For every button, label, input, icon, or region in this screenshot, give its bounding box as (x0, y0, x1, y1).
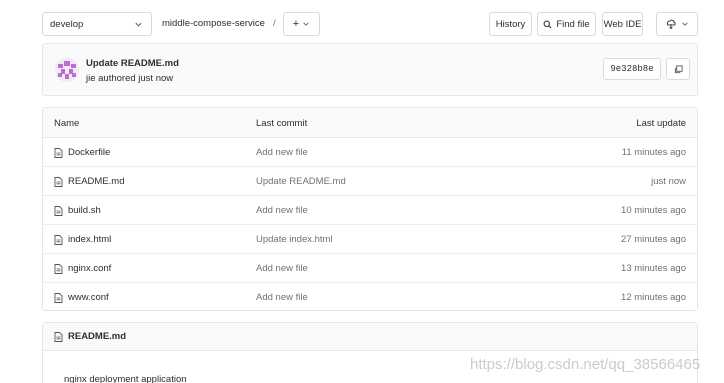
find-file-button[interactable]: Find file (537, 12, 596, 36)
repo-toolbar: develop middle-compose-service / + Histo… (42, 12, 698, 36)
commit-message-link[interactable]: Add new file (256, 263, 308, 274)
identicon-avatar-icon (55, 58, 79, 82)
project-breadcrumb[interactable]: middle-compose-service (162, 18, 265, 29)
add-dropdown-button[interactable]: + (283, 12, 320, 36)
file-name-link[interactable]: index.html (68, 234, 111, 245)
table-row[interactable]: build.sh Add new file 10 minutes ago (43, 196, 697, 225)
file-name-link[interactable]: README.md (68, 176, 124, 187)
column-header-name: Name (54, 118, 80, 129)
file-cell: README.md (54, 176, 124, 187)
update-time: 13 minutes ago (621, 263, 686, 274)
table-row[interactable]: index.html Update index.html 27 minutes … (43, 225, 697, 254)
breadcrumb-separator: / (273, 18, 276, 29)
chevron-down-icon (303, 22, 309, 26)
table-row[interactable]: Dockerfile Add new file 11 minutes ago (43, 138, 697, 167)
clone-icon (666, 19, 676, 29)
file-icon (54, 263, 63, 274)
readme-title-label[interactable]: README.md (68, 331, 126, 342)
update-time: 12 minutes ago (621, 292, 686, 303)
table-row[interactable]: www.conf Add new file 12 minutes ago (43, 283, 697, 312)
file-icon (54, 205, 63, 216)
copy-sha-button[interactable] (666, 58, 690, 80)
file-cell: www.conf (54, 292, 109, 303)
file-cell: Dockerfile (54, 147, 110, 158)
update-time: 10 minutes ago (621, 205, 686, 216)
file-icon (54, 176, 63, 187)
find-file-label: Find file (556, 18, 590, 30)
file-icon (54, 147, 63, 158)
update-time: 11 minutes ago (621, 147, 686, 158)
copy-icon (674, 64, 683, 73)
file-name-link[interactable]: nginx.conf (68, 263, 111, 274)
watermark: https://blog.csdn.net/qq_38566465 (470, 356, 701, 373)
history-label: History (495, 18, 526, 30)
chevron-down-icon (135, 22, 142, 27)
column-header-last-update: Last update (636, 118, 686, 129)
commit-message-link[interactable]: Add new file (256, 292, 308, 303)
commit-sha-label[interactable]: 9e328b8e (603, 58, 661, 80)
update-time: 27 minutes ago (621, 234, 686, 245)
file-icon (54, 234, 63, 245)
file-name-link[interactable]: build.sh (68, 205, 101, 216)
clone-dropdown-button[interactable] (656, 12, 698, 36)
branch-dropdown[interactable]: develop (42, 12, 152, 36)
update-time: just now (651, 176, 686, 187)
commit-message-link[interactable]: Update index.html (256, 234, 333, 245)
plus-icon: + (292, 18, 300, 30)
chevron-down-icon (681, 22, 688, 26)
file-icon (54, 292, 63, 303)
column-header-last-commit: Last commit (256, 118, 308, 129)
readme-panel: README.md nginx deployment application (42, 322, 698, 383)
commit-message-link[interactable]: Add new file (256, 205, 308, 216)
commit-message-link[interactable]: Update README.md (256, 176, 346, 187)
file-cell: build.sh (54, 205, 101, 216)
file-name-link[interactable]: www.conf (68, 292, 109, 303)
file-cell: nginx.conf (54, 263, 111, 274)
web-ide-button[interactable]: Web IDE (602, 12, 643, 36)
branch-label: develop (50, 18, 84, 30)
file-name-link[interactable]: Dockerfile (68, 147, 110, 158)
readme-header: README.md (43, 323, 697, 351)
commit-author-meta: jie authored just now (86, 73, 174, 84)
file-tree-table: Name Last commit Last update Dockerfile … (42, 107, 698, 311)
readme-title: README.md (54, 331, 126, 342)
table-header: Name Last commit Last update (43, 108, 697, 138)
file-cell: index.html (54, 234, 111, 245)
history-button[interactable]: History (489, 12, 532, 36)
search-icon (543, 20, 552, 29)
last-commit-panel: Update README.md jie authored just now 9… (42, 43, 698, 96)
file-icon (54, 331, 63, 342)
table-row[interactable]: nginx.conf Add new file 13 minutes ago (43, 254, 697, 283)
commit-title-link[interactable]: Update README.md (86, 58, 179, 69)
web-ide-label: Web IDE (603, 18, 642, 30)
readme-content: nginx deployment application (64, 374, 187, 383)
commit-message-link[interactable]: Add new file (256, 147, 308, 158)
avatar[interactable] (55, 58, 79, 82)
table-row[interactable]: README.md Update README.md just now (43, 167, 697, 196)
